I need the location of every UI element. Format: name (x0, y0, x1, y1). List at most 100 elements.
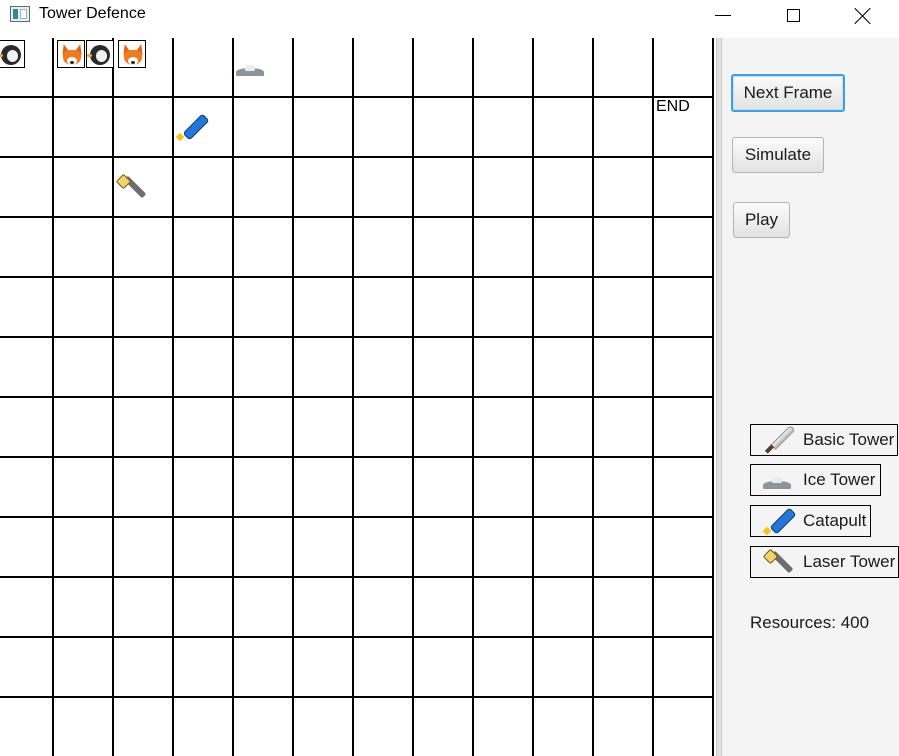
grid-cell[interactable] (474, 98, 534, 158)
grid-cell[interactable] (534, 218, 594, 278)
grid-cell[interactable] (594, 518, 654, 578)
grid-cell[interactable] (414, 158, 474, 218)
grid-cell[interactable] (414, 458, 474, 518)
grid-cell[interactable] (534, 38, 594, 98)
grid-cell[interactable] (174, 38, 234, 98)
grid-cell[interactable] (114, 458, 174, 518)
grid-cell[interactable] (54, 458, 114, 518)
grid-cell[interactable] (474, 638, 534, 698)
grid-cell[interactable] (114, 578, 174, 638)
grid-cell[interactable] (294, 218, 354, 278)
grid-cell[interactable] (354, 578, 414, 638)
grid-cell[interactable] (654, 458, 714, 518)
next-frame-button[interactable]: Next Frame (731, 74, 845, 112)
grid-cell[interactable] (594, 338, 654, 398)
minimize-button[interactable] (700, 0, 746, 31)
grid-cell[interactable] (654, 698, 714, 756)
grid-cell[interactable] (414, 218, 474, 278)
grid-cell[interactable] (474, 398, 534, 458)
grid-cell[interactable] (234, 638, 294, 698)
maximize-button[interactable] (770, 0, 816, 31)
grid-cell[interactable] (114, 278, 174, 338)
grid-cell[interactable] (0, 98, 54, 158)
grid-cell[interactable] (414, 398, 474, 458)
grid-cell[interactable] (114, 218, 174, 278)
grid-cell[interactable] (654, 638, 714, 698)
grid-cell[interactable] (0, 338, 54, 398)
grid-cell[interactable] (594, 698, 654, 756)
grid-cell[interactable] (474, 458, 534, 518)
grid-cell[interactable] (354, 338, 414, 398)
grid-cell[interactable] (594, 458, 654, 518)
grid-cell[interactable] (174, 218, 234, 278)
grid-cell[interactable] (294, 698, 354, 756)
grid-cell[interactable] (114, 398, 174, 458)
grid-cell[interactable] (54, 98, 114, 158)
shop-ice-tower[interactable]: Ice Tower (750, 464, 881, 496)
grid-cell[interactable] (234, 98, 294, 158)
grid-cell[interactable] (354, 518, 414, 578)
grid-cell[interactable] (234, 398, 294, 458)
grid-cell[interactable] (354, 98, 414, 158)
grid-cell[interactable] (534, 338, 594, 398)
grid-cell[interactable] (114, 338, 174, 398)
grid-cell[interactable] (234, 458, 294, 518)
grid-cell[interactable] (234, 518, 294, 578)
grid-cell[interactable] (354, 278, 414, 338)
grid-cell[interactable] (654, 518, 714, 578)
grid-cell[interactable] (54, 398, 114, 458)
play-button[interactable]: Play (733, 202, 790, 238)
grid-cell[interactable] (474, 218, 534, 278)
grid-cell[interactable] (414, 98, 474, 158)
grid-cell[interactable] (534, 398, 594, 458)
grid-cell[interactable] (114, 98, 174, 158)
grid-cell[interactable] (354, 398, 414, 458)
grid-cell[interactable] (294, 398, 354, 458)
grid-cell[interactable] (474, 518, 534, 578)
grid-cell[interactable] (234, 338, 294, 398)
grid-cell[interactable] (174, 398, 234, 458)
grid-cell[interactable] (0, 458, 54, 518)
grid-cell[interactable] (0, 698, 54, 756)
game-grid[interactable]: END (0, 38, 716, 756)
grid-cell[interactable] (414, 698, 474, 756)
grid-cell[interactable] (294, 38, 354, 98)
grid-cell[interactable] (0, 398, 54, 458)
grid-cell[interactable] (294, 338, 354, 398)
placed-laser-tower[interactable] (115, 172, 147, 202)
grid-cell[interactable] (594, 278, 654, 338)
grid-cell[interactable] (594, 98, 654, 158)
grid-cell[interactable] (474, 158, 534, 218)
grid-cell[interactable] (594, 38, 654, 98)
grid-cell[interactable] (354, 38, 414, 98)
grid-cell[interactable] (294, 638, 354, 698)
grid-cell[interactable] (174, 578, 234, 638)
grid-cell[interactable] (174, 518, 234, 578)
grid-cell[interactable] (0, 278, 54, 338)
grid-cell[interactable] (0, 218, 54, 278)
grid-cell[interactable] (54, 698, 114, 756)
grid-cell[interactable] (534, 98, 594, 158)
grid-cell[interactable] (354, 458, 414, 518)
grid-cell[interactable] (54, 158, 114, 218)
grid-cell[interactable] (654, 158, 714, 218)
grid-cell[interactable] (594, 218, 654, 278)
grid-cell[interactable] (174, 278, 234, 338)
grid-cell[interactable] (0, 518, 54, 578)
grid-cell[interactable] (0, 578, 54, 638)
grid-cell[interactable] (654, 578, 714, 638)
grid-cell[interactable] (534, 518, 594, 578)
grid-cell[interactable] (534, 458, 594, 518)
grid-cell[interactable] (594, 638, 654, 698)
grid-cell[interactable] (54, 278, 114, 338)
grid-cell[interactable] (354, 218, 414, 278)
simulate-button[interactable]: Simulate (732, 137, 824, 173)
grid-cell[interactable] (654, 338, 714, 398)
grid-cell[interactable] (54, 578, 114, 638)
grid-cell[interactable] (414, 578, 474, 638)
grid-cell[interactable] (534, 638, 594, 698)
grid-cell[interactable] (294, 518, 354, 578)
grid-cell[interactable] (534, 278, 594, 338)
grid-cell[interactable] (414, 338, 474, 398)
grid-cell[interactable] (174, 698, 234, 756)
